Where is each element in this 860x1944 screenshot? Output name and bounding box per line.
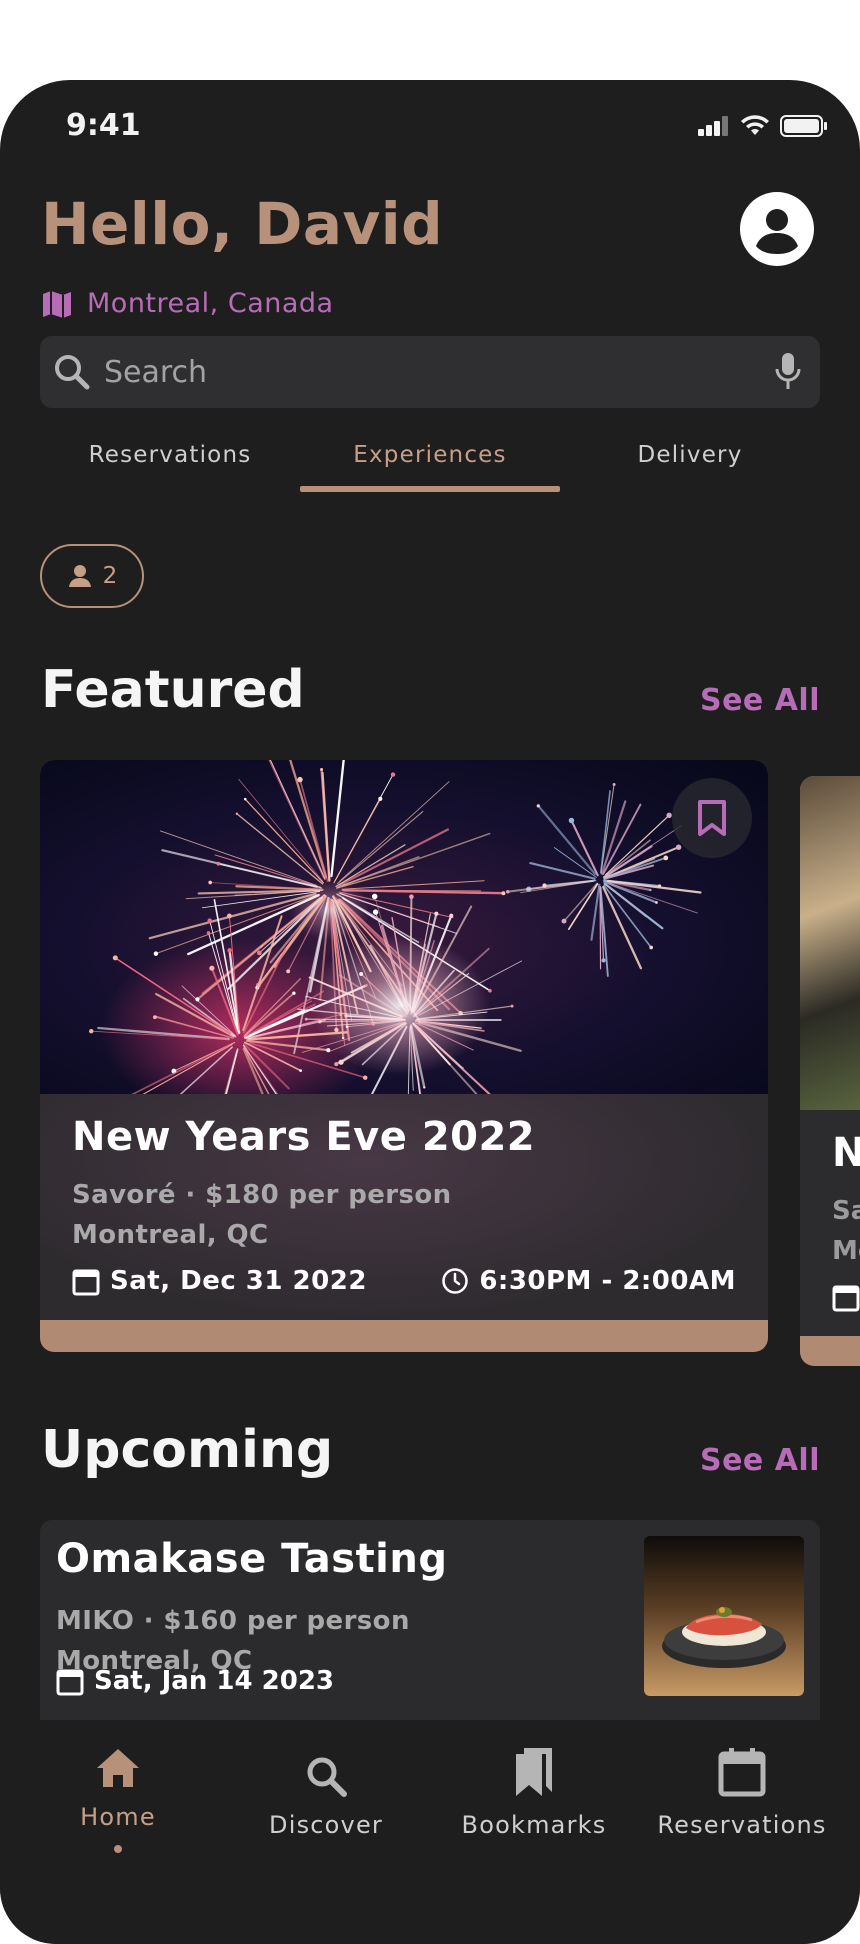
clock-icon <box>442 1268 469 1294</box>
tab-reservations[interactable]: Reservations <box>40 440 300 492</box>
nav-bookmarks[interactable]: Bookmarks <box>434 1746 634 1839</box>
location-label: Montreal, Canada <box>87 288 334 319</box>
upcoming-item-venue-price: MIKO · $160 per person <box>56 1606 410 1636</box>
featured-card-date-text: Sat, Dec 31 2022 <box>110 1266 367 1296</box>
featured-card-schedule: Sat, Dec 31 2022 6:30PM - 2:00AM <box>72 1266 736 1296</box>
status-icons <box>698 114 828 138</box>
bookmark-icon <box>698 800 726 836</box>
category-tabs: Reservations Experiences Delivery <box>40 440 820 492</box>
calendar-icon <box>718 1748 766 1797</box>
active-indicator-dot <box>114 1845 122 1853</box>
map-icon <box>43 290 71 318</box>
featured-see-all-link[interactable]: See All <box>700 683 820 718</box>
fireworks-image <box>40 760 768 1094</box>
featured-card-2-venue: Sa <box>832 1196 860 1226</box>
nav-discover[interactable]: Discover <box>226 1754 426 1839</box>
search-icon <box>55 355 90 390</box>
search-bar[interactable]: Search <box>40 336 820 408</box>
battery-icon <box>780 115 827 137</box>
featured-card-time: 6:30PM - 2:00AM <box>441 1266 736 1296</box>
featured-card-2[interactable]: N Sa Mo <box>800 776 860 1366</box>
status-time: 9:41 <box>66 108 141 143</box>
nav-home[interactable]: Home <box>18 1746 218 1853</box>
featured-card-title: New Years Eve 2022 <box>72 1114 536 1160</box>
home-icon <box>97 1749 139 1787</box>
upcoming-list-item[interactable]: Omakase Tasting MIKO · $160 per person M… <box>40 1520 820 1720</box>
upcoming-item-date: Sat, Jan 14 2023 <box>56 1666 334 1696</box>
greeting-title: Hello, David <box>41 190 444 258</box>
status-bar: 9:41 <box>0 80 860 170</box>
featured-card-2-title: N <box>832 1130 860 1176</box>
featured-card-2-location: Mo <box>832 1236 860 1266</box>
profile-avatar-icon[interactable] <box>740 192 814 266</box>
featured-card-venue-price: Savoré · $180 per person <box>72 1180 452 1210</box>
upcoming-see-all-link[interactable]: See All <box>700 1443 820 1478</box>
nav-home-label: Home <box>80 1803 156 1831</box>
upcoming-section-title: Upcoming <box>41 1420 334 1480</box>
featured-section-title: Featured <box>41 660 305 720</box>
location-selector[interactable]: Montreal, Canada <box>41 288 334 319</box>
wifi-icon <box>741 115 769 135</box>
person-icon <box>68 565 91 587</box>
calendar-icon <box>72 1269 100 1296</box>
app-screen: 9:41 Hello, David Montreal, Canada Searc… <box>0 80 860 1944</box>
calendar-icon <box>56 1669 84 1696</box>
featured-card-time-text: 6:30PM - 2:00AM <box>479 1266 736 1296</box>
bottom-navigation: Home Discover Bookmarks Reservations <box>0 1720 860 1944</box>
nav-discover-label: Discover <box>269 1811 383 1839</box>
bookmarks-icon <box>516 1748 552 1796</box>
guest-count-chip[interactable]: 2 <box>40 544 144 608</box>
search-icon <box>307 1757 347 1797</box>
nav-reservations-label: Reservations <box>657 1811 827 1839</box>
search-input[interactable]: Search <box>104 355 774 390</box>
featured-card-location: Montreal, QC <box>72 1220 269 1250</box>
featured-card-date: Sat, Dec 31 2022 <box>72 1266 367 1296</box>
bookmark-button[interactable] <box>672 778 752 858</box>
champagne-image <box>800 776 860 1110</box>
signal-icon <box>698 116 728 136</box>
guest-count: 2 <box>102 563 118 589</box>
microphone-icon[interactable] <box>774 351 802 393</box>
calendar-icon <box>832 1285 860 1312</box>
featured-card[interactable]: New Years Eve 2022 Savoré · $180 per per… <box>40 760 768 1352</box>
upcoming-item-date-text: Sat, Jan 14 2023 <box>94 1666 335 1696</box>
upcoming-item-title: Omakase Tasting <box>56 1536 448 1582</box>
nav-bookmarks-label: Bookmarks <box>461 1811 607 1839</box>
featured-card-2-info: N Sa Mo <box>800 1110 860 1336</box>
tab-delivery[interactable]: Delivery <box>560 440 820 492</box>
nav-reservations[interactable]: Reservations <box>642 1746 842 1839</box>
sushi-image <box>644 1536 804 1696</box>
featured-card-info: New Years Eve 2022 Savoré · $180 per per… <box>40 1094 768 1320</box>
tab-experiences[interactable]: Experiences <box>300 440 560 492</box>
